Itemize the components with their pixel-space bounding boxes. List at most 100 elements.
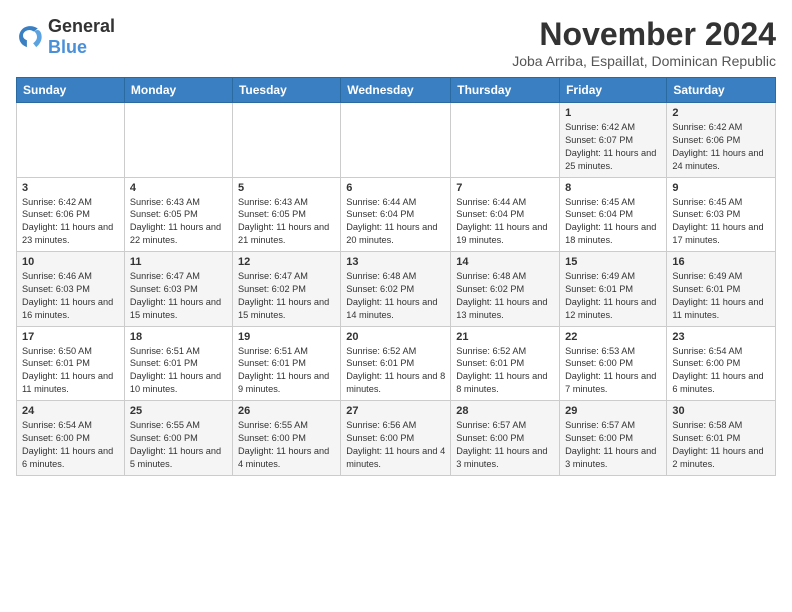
day-number: 2 — [672, 107, 770, 119]
day-number: 24 — [22, 405, 119, 417]
cell-content: Sunrise: 6:50 AMSunset: 6:01 PMDaylight:… — [22, 346, 113, 395]
calendar-cell: 20 Sunrise: 6:52 AMSunset: 6:01 PMDaylig… — [341, 326, 451, 401]
cell-content: Sunrise: 6:53 AMSunset: 6:00 PMDaylight:… — [565, 346, 656, 395]
day-number: 5 — [238, 182, 335, 194]
cell-content: Sunrise: 6:45 AMSunset: 6:03 PMDaylight:… — [672, 197, 763, 246]
cell-content: Sunrise: 6:58 AMSunset: 6:01 PMDaylight:… — [672, 420, 763, 469]
day-number: 28 — [456, 405, 554, 417]
month-title: November 2024 — [512, 16, 776, 53]
calendar-cell: 6 Sunrise: 6:44 AMSunset: 6:04 PMDayligh… — [341, 177, 451, 252]
cell-content: Sunrise: 6:47 AMSunset: 6:03 PMDaylight:… — [130, 271, 221, 320]
cell-content: Sunrise: 6:45 AMSunset: 6:04 PMDaylight:… — [565, 197, 656, 246]
calendar-cell: 15 Sunrise: 6:49 AMSunset: 6:01 PMDaylig… — [560, 252, 667, 327]
calendar-week-5: 24 Sunrise: 6:54 AMSunset: 6:00 PMDaylig… — [17, 401, 776, 476]
calendar-cell: 4 Sunrise: 6:43 AMSunset: 6:05 PMDayligh… — [124, 177, 232, 252]
col-tuesday: Tuesday — [232, 78, 340, 103]
calendar-cell: 10 Sunrise: 6:46 AMSunset: 6:03 PMDaylig… — [17, 252, 125, 327]
day-number: 29 — [565, 405, 661, 417]
col-sunday: Sunday — [17, 78, 125, 103]
day-number: 17 — [22, 331, 119, 343]
calendar-cell — [17, 103, 125, 178]
col-friday: Friday — [560, 78, 667, 103]
cell-content: Sunrise: 6:44 AMSunset: 6:04 PMDaylight:… — [456, 197, 547, 246]
calendar-cell: 22 Sunrise: 6:53 AMSunset: 6:00 PMDaylig… — [560, 326, 667, 401]
calendar-cell: 12 Sunrise: 6:47 AMSunset: 6:02 PMDaylig… — [232, 252, 340, 327]
cell-content: Sunrise: 6:42 AMSunset: 6:07 PMDaylight:… — [565, 122, 656, 171]
col-saturday: Saturday — [667, 78, 776, 103]
cell-content: Sunrise: 6:48 AMSunset: 6:02 PMDaylight:… — [456, 271, 547, 320]
day-number: 9 — [672, 182, 770, 194]
col-monday: Monday — [124, 78, 232, 103]
day-number: 8 — [565, 182, 661, 194]
day-number: 13 — [346, 256, 445, 268]
day-number: 19 — [238, 331, 335, 343]
cell-content: Sunrise: 6:49 AMSunset: 6:01 PMDaylight:… — [565, 271, 656, 320]
calendar-cell — [341, 103, 451, 178]
calendar-cell: 17 Sunrise: 6:50 AMSunset: 6:01 PMDaylig… — [17, 326, 125, 401]
calendar-table: Sunday Monday Tuesday Wednesday Thursday… — [16, 77, 776, 476]
col-wednesday: Wednesday — [341, 78, 451, 103]
calendar-cell: 19 Sunrise: 6:51 AMSunset: 6:01 PMDaylig… — [232, 326, 340, 401]
calendar-cell: 28 Sunrise: 6:57 AMSunset: 6:00 PMDaylig… — [451, 401, 560, 476]
calendar-week-2: 3 Sunrise: 6:42 AMSunset: 6:06 PMDayligh… — [17, 177, 776, 252]
day-number: 6 — [346, 182, 445, 194]
calendar-week-1: 1 Sunrise: 6:42 AMSunset: 6:07 PMDayligh… — [17, 103, 776, 178]
calendar-cell: 16 Sunrise: 6:49 AMSunset: 6:01 PMDaylig… — [667, 252, 776, 327]
calendar-cell: 21 Sunrise: 6:52 AMSunset: 6:01 PMDaylig… — [451, 326, 560, 401]
cell-content: Sunrise: 6:55 AMSunset: 6:00 PMDaylight:… — [238, 420, 329, 469]
calendar-week-3: 10 Sunrise: 6:46 AMSunset: 6:03 PMDaylig… — [17, 252, 776, 327]
calendar-cell: 2 Sunrise: 6:42 AMSunset: 6:06 PMDayligh… — [667, 103, 776, 178]
calendar-cell: 26 Sunrise: 6:55 AMSunset: 6:00 PMDaylig… — [232, 401, 340, 476]
calendar-week-4: 17 Sunrise: 6:50 AMSunset: 6:01 PMDaylig… — [17, 326, 776, 401]
col-thursday: Thursday — [451, 78, 560, 103]
calendar-cell: 11 Sunrise: 6:47 AMSunset: 6:03 PMDaylig… — [124, 252, 232, 327]
day-number: 7 — [456, 182, 554, 194]
calendar-cell: 7 Sunrise: 6:44 AMSunset: 6:04 PMDayligh… — [451, 177, 560, 252]
calendar-cell: 23 Sunrise: 6:54 AMSunset: 6:00 PMDaylig… — [667, 326, 776, 401]
location: Joba Arriba, Espaillat, Dominican Republ… — [512, 53, 776, 69]
calendar-cell — [124, 103, 232, 178]
day-number: 4 — [130, 182, 227, 194]
cell-content: Sunrise: 6:43 AMSunset: 6:05 PMDaylight:… — [130, 197, 221, 246]
calendar-cell — [232, 103, 340, 178]
calendar-cell: 1 Sunrise: 6:42 AMSunset: 6:07 PMDayligh… — [560, 103, 667, 178]
day-number: 26 — [238, 405, 335, 417]
calendar-cell — [451, 103, 560, 178]
day-number: 11 — [130, 256, 227, 268]
day-number: 27 — [346, 405, 445, 417]
day-number: 1 — [565, 107, 661, 119]
calendar-cell: 24 Sunrise: 6:54 AMSunset: 6:00 PMDaylig… — [17, 401, 125, 476]
cell-content: Sunrise: 6:43 AMSunset: 6:05 PMDaylight:… — [238, 197, 329, 246]
day-number: 30 — [672, 405, 770, 417]
cell-content: Sunrise: 6:49 AMSunset: 6:01 PMDaylight:… — [672, 271, 763, 320]
cell-content: Sunrise: 6:57 AMSunset: 6:00 PMDaylight:… — [565, 420, 656, 469]
page-header: General Blue November 2024 Joba Arriba, … — [16, 16, 776, 69]
calendar-cell: 13 Sunrise: 6:48 AMSunset: 6:02 PMDaylig… — [341, 252, 451, 327]
logo-text-blue: Blue — [48, 37, 87, 57]
calendar-cell: 14 Sunrise: 6:48 AMSunset: 6:02 PMDaylig… — [451, 252, 560, 327]
day-number: 10 — [22, 256, 119, 268]
calendar-cell: 5 Sunrise: 6:43 AMSunset: 6:05 PMDayligh… — [232, 177, 340, 252]
cell-content: Sunrise: 6:55 AMSunset: 6:00 PMDaylight:… — [130, 420, 221, 469]
calendar-cell: 8 Sunrise: 6:45 AMSunset: 6:04 PMDayligh… — [560, 177, 667, 252]
day-number: 16 — [672, 256, 770, 268]
cell-content: Sunrise: 6:57 AMSunset: 6:00 PMDaylight:… — [456, 420, 547, 469]
calendar-cell: 25 Sunrise: 6:55 AMSunset: 6:00 PMDaylig… — [124, 401, 232, 476]
calendar-cell: 29 Sunrise: 6:57 AMSunset: 6:00 PMDaylig… — [560, 401, 667, 476]
day-number: 14 — [456, 256, 554, 268]
cell-content: Sunrise: 6:52 AMSunset: 6:01 PMDaylight:… — [456, 346, 547, 395]
cell-content: Sunrise: 6:52 AMSunset: 6:01 PMDaylight:… — [346, 346, 445, 395]
logo-text-general: General — [48, 16, 115, 36]
cell-content: Sunrise: 6:46 AMSunset: 6:03 PMDaylight:… — [22, 271, 113, 320]
title-area: November 2024 Joba Arriba, Espaillat, Do… — [512, 16, 776, 69]
cell-content: Sunrise: 6:56 AMSunset: 6:00 PMDaylight:… — [346, 420, 445, 469]
day-number: 21 — [456, 331, 554, 343]
cell-content: Sunrise: 6:51 AMSunset: 6:01 PMDaylight:… — [130, 346, 221, 395]
day-number: 23 — [672, 331, 770, 343]
day-number: 3 — [22, 182, 119, 194]
calendar-cell: 3 Sunrise: 6:42 AMSunset: 6:06 PMDayligh… — [17, 177, 125, 252]
day-number: 15 — [565, 256, 661, 268]
cell-content: Sunrise: 6:42 AMSunset: 6:06 PMDaylight:… — [22, 197, 113, 246]
logo: General Blue — [16, 16, 115, 58]
calendar-header-row: Sunday Monday Tuesday Wednesday Thursday… — [17, 78, 776, 103]
